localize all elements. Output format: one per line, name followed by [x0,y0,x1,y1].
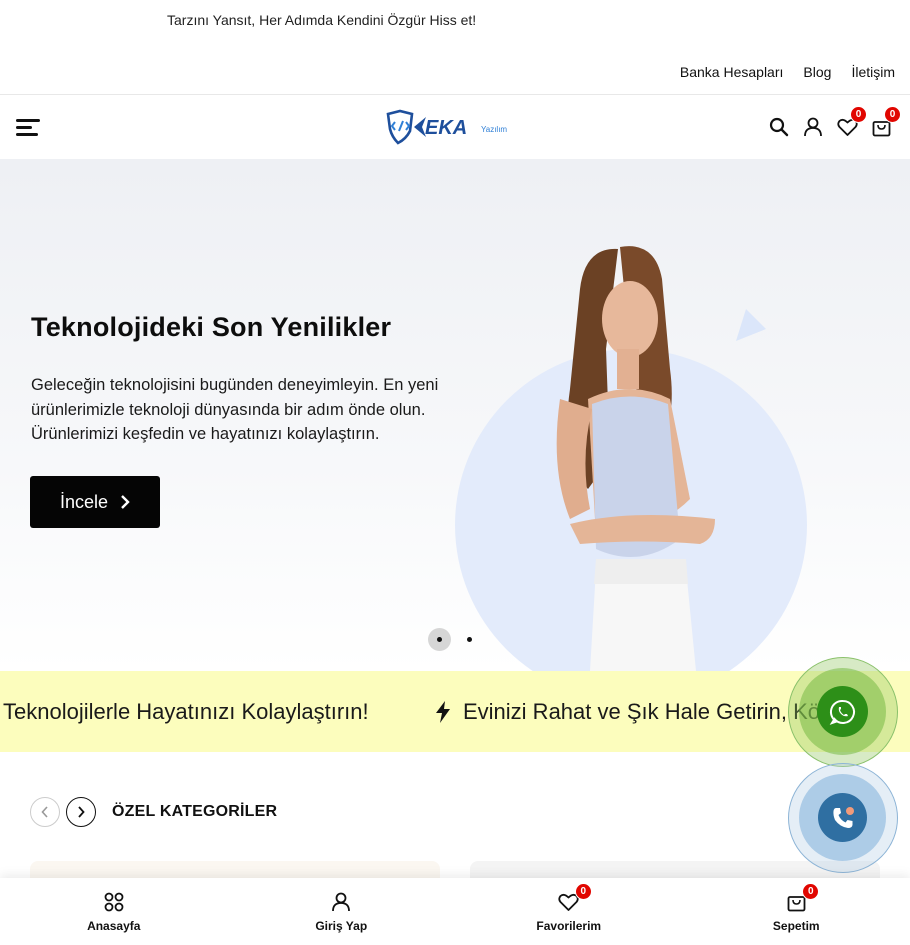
chevron-right-icon [121,495,130,509]
hero-description: Geleceğin teknolojisini bugünden deneyim… [31,376,439,443]
menu-icon[interactable] [16,117,40,137]
announcement-text: Tarzını Yansıt, Her Adımda Kendini Özgür… [167,12,477,28]
marquee-text-1: Teknolojilerle Hayatınızı Kolaylaştırın! [3,699,369,724]
logo-text: EKA [425,117,467,139]
cart-badge: 0 [884,106,901,123]
bottom-nav: Anasayfa Giriş Yap 0 Favorilerim 0 Sepet… [0,878,910,945]
site-header: EKA Yazılım 0 0 [0,95,910,159]
logo[interactable]: EKA Yazılım [386,109,512,145]
link-contact[interactable]: İletişim [851,64,895,80]
link-blog[interactable]: Blog [803,64,831,80]
categories-next-button[interactable] [66,797,96,827]
nav-item-favorites[interactable]: 0 Favorilerim [455,878,683,945]
whatsapp-icon [817,686,868,737]
link-bank-accounts[interactable]: Banka Hesapları [680,64,784,80]
user-icon [330,891,352,913]
hero-slider: Teknolojideki Son Yenilikler Geleceğin t… [0,159,910,671]
heart-icon: 0 [558,883,592,913]
nav-label: Sepetim [772,919,820,933]
hero-model-image [556,246,715,671]
hero-title: Teknolojideki Son Yenilikler [31,312,392,342]
categories-title: ÖZEL KATEGORİLER [112,803,278,820]
grid-icon [103,891,125,913]
whatsapp-button[interactable] [788,657,898,767]
slide-dot-1[interactable] [437,637,442,642]
categories-header: ÖZEL KATEGORİLER [30,797,277,827]
favorites-badge: 0 [574,883,592,900]
cart-nav-badge: 0 [802,883,820,900]
top-links: Banka Hesapları Blog İletişim [680,64,895,80]
wishlist-icon[interactable]: 0 [836,106,867,139]
phone-icon [818,793,867,842]
categories-prev-button[interactable] [30,797,60,827]
announcement-bar: Tarzını Yansıt, Her Adımda Kendini Özgür… [0,0,910,40]
slide-dot-2[interactable] [467,637,472,642]
nav-label: Anasayfa [87,919,141,933]
logo-subtext: Yazılım [481,125,507,134]
wishlist-badge: 0 [850,106,867,123]
search-icon[interactable] [768,115,790,139]
nav-label: Favorilerim [536,919,602,933]
chevron-left-icon [41,806,48,818]
promo-marquee: Teknolojilerle Hayatınızı Kolaylaştırın!… [0,671,910,752]
marquee-text-2: Evinizi Rahat ve Şık Hale Getirin, Köş [463,699,832,724]
phone-button[interactable] [788,763,898,873]
hero-cta-button[interactable]: İncele [30,476,160,528]
chevron-right-icon [78,806,85,818]
cart-icon[interactable]: 0 [870,106,901,139]
lightning-icon [436,701,450,723]
bag-icon: 0 [785,883,820,913]
page: Tarzını Yansıt, Her Adımda Kendini Özgür… [0,0,910,945]
nav-item-login[interactable]: Giriş Yap [228,878,456,945]
header-icons: 0 0 [768,106,901,139]
nav-item-home[interactable]: Anasayfa [0,878,228,945]
nav-item-cart[interactable]: 0 Sepetim [683,878,910,945]
hero-cta-label: İncele [59,491,109,512]
account-icon[interactable] [802,115,824,139]
nav-label: Giriş Yap [315,919,368,933]
